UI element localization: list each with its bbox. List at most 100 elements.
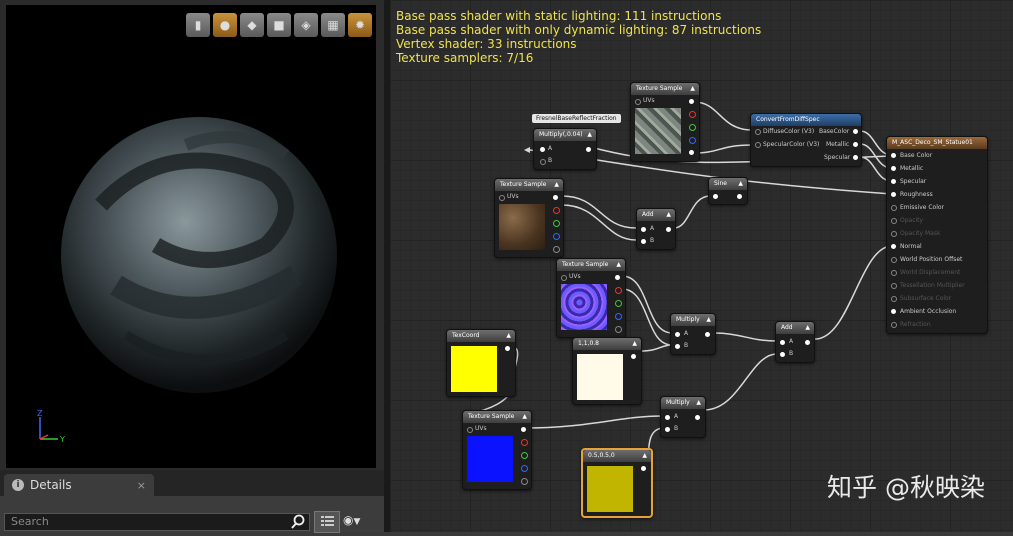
- close-icon[interactable]: ×: [137, 479, 146, 492]
- texture-sample-node-3[interactable]: Texture Sample ▲ UVs: [556, 258, 626, 338]
- cube-icon[interactable]: ■: [267, 13, 291, 37]
- result-pin[interactable]: [891, 309, 896, 314]
- constant3-node-1[interactable]: 1,1,0.8 ▲: [572, 337, 642, 405]
- result-pin[interactable]: [891, 179, 896, 184]
- metallic-out-pin[interactable]: [853, 142, 858, 147]
- input-pin-b[interactable]: [641, 239, 646, 244]
- output-pin[interactable]: [553, 195, 558, 200]
- texture-sample-node-1[interactable]: Texture Sample ▲ UVs: [630, 82, 700, 162]
- node-header: Texture Sample ▲: [495, 179, 563, 191]
- pin-label: BaseColor: [819, 128, 850, 135]
- add-node-1[interactable]: Add ▲ A B: [636, 208, 676, 250]
- material-graph[interactable]: Base pass shader with static lighting: 1…: [390, 0, 1013, 532]
- add-node-2[interactable]: Add ▲ A B: [775, 321, 815, 363]
- convert-from-diffspec-node[interactable]: ConvertFromDiffSpec DiffuseColor (V3) Sp…: [750, 113, 862, 167]
- list-view-button[interactable]: [314, 511, 340, 533]
- output-pin[interactable]: [615, 275, 620, 280]
- input-pin-a[interactable]: [665, 415, 670, 420]
- output-pin[interactable]: [521, 427, 526, 432]
- specular-out-pin[interactable]: [853, 155, 858, 160]
- details-tab[interactable]: i Details ×: [4, 474, 154, 496]
- output-pin-b[interactable]: [521, 465, 528, 472]
- output-pin[interactable]: [705, 332, 710, 337]
- output-pin[interactable]: [631, 354, 636, 359]
- fresnel-label: FresnelBaseReflectFraction: [532, 114, 621, 123]
- mesh-icon[interactable]: ◈: [294, 13, 318, 37]
- output-pin-g[interactable]: [689, 124, 696, 131]
- input-pin-b[interactable]: [540, 159, 546, 165]
- output-pin[interactable]: [505, 346, 510, 351]
- output-pin[interactable]: [695, 415, 700, 420]
- color-preview: [587, 466, 633, 512]
- result-pin[interactable]: [891, 153, 896, 158]
- output-pin-r[interactable]: [615, 287, 622, 294]
- realtime-icon[interactable]: ✹: [348, 13, 372, 37]
- result-pin[interactable]: [891, 218, 897, 224]
- multiply-node-2[interactable]: Multiply ▲ A B: [660, 396, 706, 438]
- cylinder-icon[interactable]: ▮: [186, 13, 210, 37]
- result-pin[interactable]: [891, 166, 896, 171]
- grid-icon[interactable]: ▦: [321, 13, 345, 37]
- output-pin-r[interactable]: [689, 111, 696, 118]
- output-pin-r[interactable]: [521, 439, 528, 446]
- input-pin-a[interactable]: [780, 340, 785, 345]
- uvs-pin[interactable]: [467, 427, 473, 433]
- input-pin-a[interactable]: [675, 332, 680, 337]
- uvs-pin[interactable]: [499, 195, 505, 201]
- texcoord-node[interactable]: TexCoord ▲: [446, 329, 516, 397]
- input-pin-b[interactable]: [780, 352, 785, 357]
- specular-in-pin[interactable]: [755, 142, 761, 148]
- output-pin[interactable]: [805, 340, 810, 345]
- search-icon[interactable]: [290, 514, 306, 530]
- multiply-004-node[interactable]: Multiply(,0.04) ▲ A B: [533, 128, 597, 170]
- constant3-node-2[interactable]: 0.5,0.5,0 ▲: [581, 448, 653, 518]
- input-pin-b[interactable]: [665, 427, 670, 432]
- output-pin-g[interactable]: [521, 452, 528, 459]
- output-pin[interactable]: [586, 147, 591, 152]
- result-pin[interactable]: [891, 283, 897, 289]
- diffuse-pin[interactable]: [755, 129, 761, 135]
- output-pin[interactable]: [689, 99, 694, 104]
- uvs-pin[interactable]: [635, 99, 641, 105]
- result-pin[interactable]: [891, 322, 897, 328]
- result-pin[interactable]: [891, 244, 896, 249]
- output-pin[interactable]: [666, 227, 671, 232]
- info-icon: i: [12, 479, 24, 491]
- result-pin[interactable]: [891, 296, 897, 302]
- texture-sample-node-2[interactable]: Texture Sample ▲ UVs: [494, 178, 564, 258]
- result-pin[interactable]: [891, 270, 897, 276]
- plane-icon[interactable]: ◆: [240, 13, 264, 37]
- pin-label: B: [684, 342, 689, 349]
- pin-label: B: [674, 425, 679, 432]
- visibility-button[interactable]: ◉▼: [343, 513, 373, 529]
- sine-node[interactable]: Sine ▲: [708, 177, 748, 205]
- output-pin-a[interactable]: [615, 326, 622, 333]
- result-pin[interactable]: [891, 257, 897, 263]
- input-pin-b[interactable]: [675, 344, 680, 349]
- input-pin-a[interactable]: [641, 227, 646, 232]
- basecolor-out-pin[interactable]: [853, 129, 858, 134]
- search-input[interactable]: Search: [4, 513, 310, 531]
- preview-viewport[interactable]: ▮ ● ◆ ■ ◈ ▦ ✹ Z Y: [6, 5, 376, 468]
- output-pin-g[interactable]: [615, 300, 622, 307]
- output-pin[interactable]: [641, 466, 646, 471]
- result-pin[interactable]: [891, 205, 897, 211]
- output-pin-r[interactable]: [553, 207, 560, 214]
- result-pin[interactable]: [891, 192, 896, 197]
- material-result-node[interactable]: M_ASC_Deco_SM_Statue01 Base Color Metalli…: [886, 136, 988, 334]
- multiply-node-1[interactable]: Multiply ▲ A B: [670, 313, 716, 355]
- output-pin[interactable]: [737, 194, 742, 199]
- output-pin-a[interactable]: [553, 246, 560, 253]
- uvs-pin[interactable]: [561, 275, 567, 281]
- output-pin-b[interactable]: [615, 313, 622, 320]
- output-pin-a[interactable]: [689, 150, 694, 155]
- output-pin-b[interactable]: [553, 233, 560, 240]
- texture-sample-node-4[interactable]: Texture Sample ▲ UVs: [462, 410, 532, 490]
- output-pin-a[interactable]: [521, 478, 528, 485]
- input-pin[interactable]: [713, 194, 718, 199]
- output-pin-g[interactable]: [553, 220, 560, 227]
- output-pin-b[interactable]: [689, 137, 696, 144]
- sphere-icon[interactable]: ●: [213, 13, 237, 37]
- input-pin-a[interactable]: [540, 147, 545, 152]
- result-pin[interactable]: [891, 231, 897, 237]
